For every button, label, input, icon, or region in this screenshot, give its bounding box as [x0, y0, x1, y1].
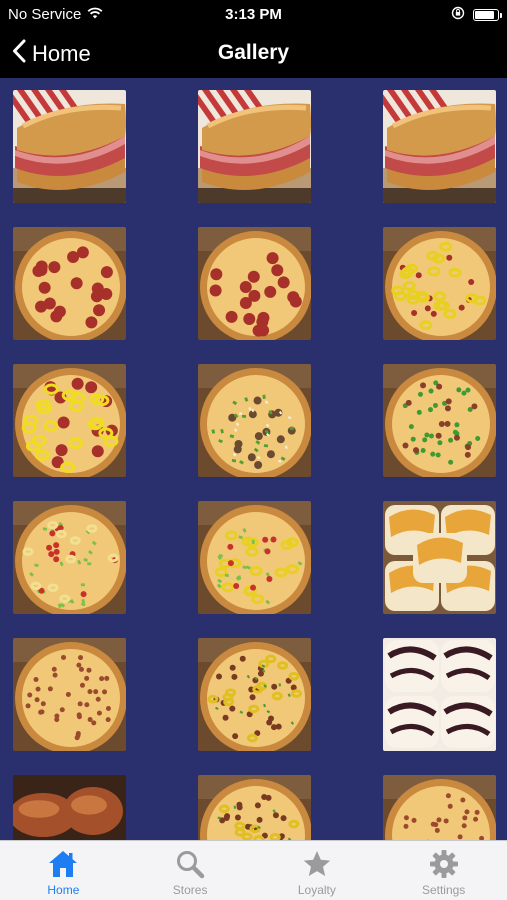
gallery-image-supreme-pizza[interactable]: [198, 364, 311, 477]
status-time: 3:13 PM: [225, 6, 282, 23]
tab-bar: Home Stores Loyalty Settings: [0, 840, 507, 900]
rotation-lock-icon: [451, 6, 465, 24]
tab-label: Settings: [421, 883, 466, 897]
gallery-image-cheese-bread[interactable]: [383, 501, 496, 614]
gallery-image-loaded-pizza[interactable]: [198, 775, 311, 840]
sub-sandwich-photo: [198, 90, 311, 203]
back-label: Home: [32, 40, 91, 66]
wings-photo: [13, 775, 126, 840]
gallery-image-wings[interactable]: [13, 775, 126, 840]
pepperoni-banana-pepper-pizza-photo: [13, 364, 126, 477]
gallery[interactable]: [0, 78, 507, 840]
sub-sandwich-photo: [13, 90, 126, 203]
gallery-image-sausage-pizza[interactable]: [13, 638, 126, 751]
tab-label: Stores: [172, 883, 208, 897]
cinnamon-dessert-photo: [383, 638, 496, 751]
back-button[interactable]: Home: [12, 39, 91, 68]
green-onion-pizza-photo: [383, 364, 496, 477]
gallery-image-sub-sandwich[interactable]: [198, 90, 311, 203]
pepperoni-pizza-photo: [13, 227, 126, 340]
sausage-pizza-photo: [13, 638, 126, 751]
tab-loyalty[interactable]: Loyalty: [254, 841, 381, 900]
loaded-pizza-photo: [198, 775, 311, 840]
tab-label: Home: [47, 883, 80, 897]
gallery-image-banana-pepper-veggie-pizza[interactable]: [198, 501, 311, 614]
gallery-image-pepperoni-pizza[interactable]: [198, 227, 311, 340]
gallery-grid: [13, 90, 496, 840]
gallery-image-green-onion-pizza[interactable]: [383, 364, 496, 477]
tab-settings[interactable]: Settings: [380, 841, 507, 900]
gallery-image-pepperoni-banana-pepper-pizza[interactable]: [13, 364, 126, 477]
status-right: [451, 6, 502, 24]
sub-sandwich-photo: [383, 90, 496, 203]
gallery-image-cinnamon-dessert[interactable]: [383, 638, 496, 751]
chevron-left-icon: [12, 39, 26, 68]
gear-icon: [427, 847, 461, 881]
tab-home[interactable]: Home: [0, 841, 127, 900]
home-icon: [46, 847, 80, 881]
gallery-image-sausage-pizza[interactable]: [383, 775, 496, 840]
banana-pepper-pizza-photo: [383, 227, 496, 340]
star-icon: [300, 847, 334, 881]
gallery-image-sub-sandwich[interactable]: [383, 90, 496, 203]
sausage-pizza-photo: [383, 775, 496, 840]
loaded-pizza-photo: [198, 638, 311, 751]
gallery-image-sub-sandwich[interactable]: [13, 90, 126, 203]
search-icon: [173, 847, 207, 881]
gallery-image-pepperoni-pizza[interactable]: [13, 227, 126, 340]
tab-label: Loyalty: [297, 883, 336, 897]
battery-icon: [473, 9, 502, 21]
pepperoni-pizza-photo: [198, 227, 311, 340]
supreme-pizza-photo: [198, 364, 311, 477]
cheese-bread-photo: [383, 501, 496, 614]
tab-stores[interactable]: Stores: [127, 841, 254, 900]
battery-fill: [475, 11, 494, 19]
gallery-image-loaded-pizza[interactable]: [198, 638, 311, 751]
gallery-image-veggie-pizza[interactable]: [13, 501, 126, 614]
status-bar: No Service 3:13 PM: [0, 0, 507, 30]
banana-pepper-veggie-pizza-photo: [198, 501, 311, 614]
gallery-image-banana-pepper-pizza[interactable]: [383, 227, 496, 340]
navigation-bar: Home Gallery: [0, 30, 507, 78]
veggie-pizza-photo: [13, 501, 126, 614]
